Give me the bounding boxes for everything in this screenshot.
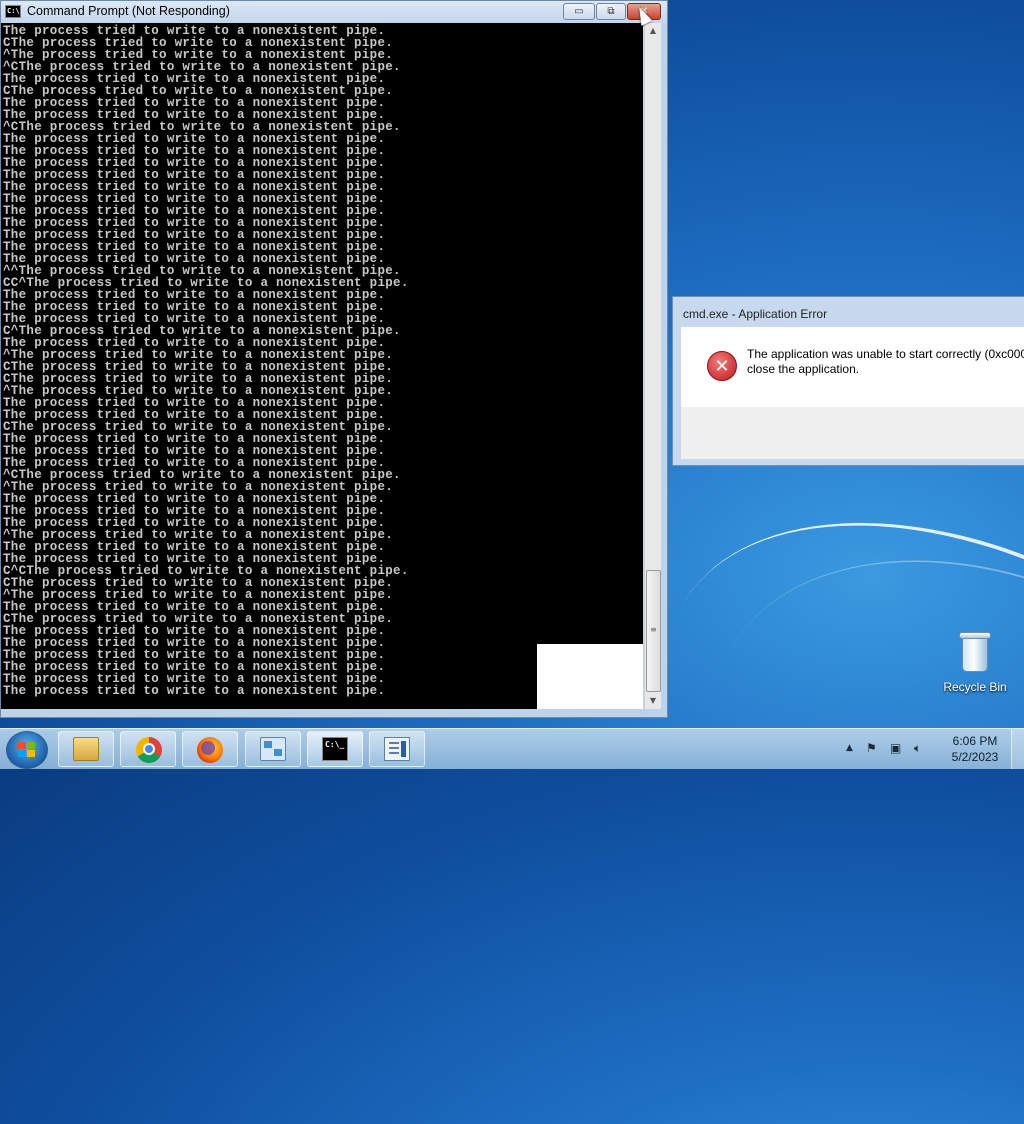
error-message-line2: close the application. xyxy=(747,362,860,376)
error-dialog-footer xyxy=(681,407,1024,459)
taskbar-app[interactable] xyxy=(369,731,425,767)
console-rendering-artifact xyxy=(537,644,643,709)
recycle-bin[interactable]: Recycle Bin xyxy=(940,630,1010,694)
cmd-window-title: Command Prompt (Not Responding) xyxy=(27,4,230,18)
clock[interactable]: 6:06 PM 5/2/2023 xyxy=(940,733,1010,765)
error-message-line1: The application was unable to start corr… xyxy=(747,347,1024,361)
taskbar: C:\_ ▲ ⚑ ▣ 🔈︎ 6:06 PM 5/2/2023 xyxy=(0,728,1024,769)
minimize-button[interactable]: ▭ xyxy=(563,3,595,20)
firefox-icon xyxy=(197,737,223,763)
taskbar-firefox[interactable] xyxy=(182,731,238,767)
scroll-thumb[interactable]: ≡ xyxy=(646,570,661,692)
start-button[interactable] xyxy=(6,731,48,769)
error-dialog-title: cmd.exe - Application Error xyxy=(683,307,828,321)
console-line: The process tried to write to a nonexist… xyxy=(3,684,386,698)
show-desktop-button[interactable] xyxy=(1011,729,1024,769)
error-message: The application was unable to start corr… xyxy=(747,347,1024,377)
console-text: The process tried to write to a nonexist… xyxy=(1,23,643,698)
cmd-window-icon[interactable]: C:\ xyxy=(5,5,21,18)
scroll-down-arrow[interactable]: ▼ xyxy=(645,693,661,709)
windows-logo-icon xyxy=(18,742,36,758)
chrome-icon xyxy=(136,737,162,763)
network-icon xyxy=(260,737,286,761)
application-error-dialog[interactable]: cmd.exe - Application Error ✕ The applic… xyxy=(672,296,1024,466)
console-scrollbar[interactable]: ▲ ≡ ▼ xyxy=(644,23,661,709)
clock-date: 5/2/2023 xyxy=(951,750,999,764)
app-icon xyxy=(384,737,410,761)
scroll-up-arrow[interactable]: ▲ xyxy=(645,23,661,39)
show-hidden-icons-arrow[interactable]: ▲ xyxy=(846,743,853,753)
scroll-grip-icon: ≡ xyxy=(650,625,657,634)
taskbar-network[interactable] xyxy=(245,731,301,767)
taskbar-explorer[interactable] xyxy=(58,731,114,767)
cmd-window[interactable]: C:\ Command Prompt (Not Responding) ▭ ⧉ … xyxy=(0,0,668,718)
error-dialog-body: ✕ The application was unable to start co… xyxy=(681,327,1024,407)
console-output[interactable]: The process tried to write to a nonexist… xyxy=(1,23,643,709)
taskbar-cmd[interactable]: C:\_ xyxy=(307,731,363,767)
cmd-titlebar[interactable]: C:\ Command Prompt (Not Responding) ▭ ⧉ … xyxy=(1,1,667,23)
taskbar-chrome[interactable] xyxy=(120,731,176,767)
maximize-button[interactable]: ⧉ xyxy=(596,3,626,20)
recycle-bin-icon[interactable] xyxy=(958,630,992,672)
error-x-icon: ✕ xyxy=(707,351,737,381)
recycle-bin-label[interactable]: Recycle Bin xyxy=(940,680,1010,694)
clock-time: 6:06 PM xyxy=(952,734,998,748)
system-tray: ▲ ⚑ ▣ 🔈︎ 6:06 PM 5/2/2023 xyxy=(840,729,1024,769)
folder-icon xyxy=(73,737,99,761)
volume-icon[interactable]: 🔈︎ xyxy=(914,741,921,756)
network-tray-icon[interactable]: ▣ xyxy=(890,741,901,755)
cmd-icon: C:\_ xyxy=(322,737,348,761)
action-center-flag-icon[interactable]: ⚑ xyxy=(866,741,877,755)
